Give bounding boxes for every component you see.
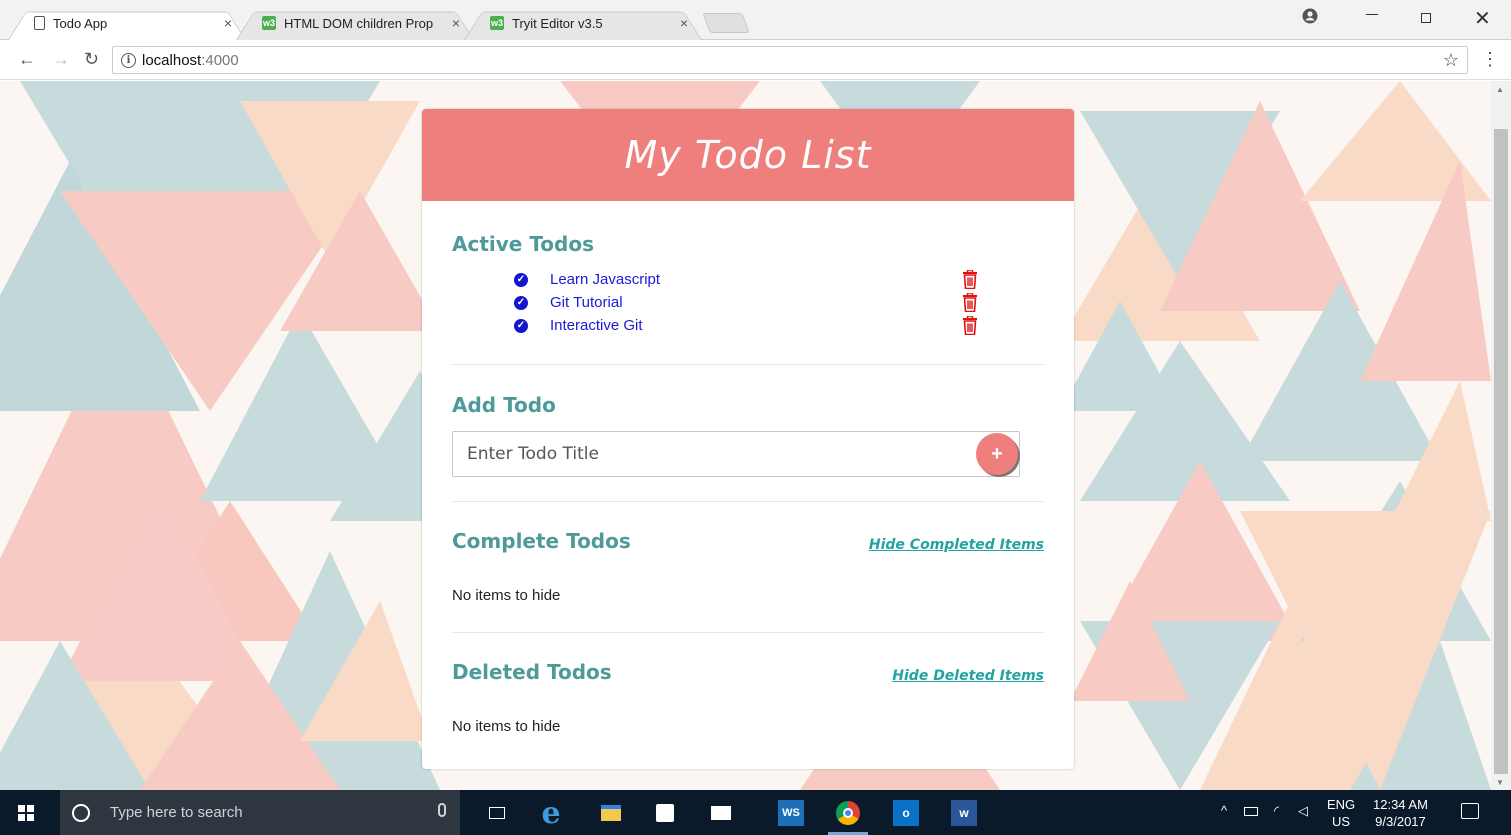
windows-start-icon[interactable] [18,805,34,821]
clock-time: 12:34 AM [1373,797,1428,812]
bookmark-star-icon[interactable]: ☆ [1443,50,1459,71]
outlook-icon[interactable]: o [893,800,919,826]
page-viewport: My Todo List Active Todos ✓ Learn Javasc… [0,81,1491,790]
chrome-icon[interactable] [835,800,861,826]
tab-close-icon[interactable]: × [224,15,232,31]
language-indicator[interactable]: ENG US [1327,796,1355,830]
clock-date: 9/3/2017 [1375,814,1426,829]
tab-todo-app[interactable]: Todo App × [8,6,246,40]
check-circle-icon[interactable]: ✓ [514,318,528,333]
tab-title: Tryit Editor v3.5 [512,15,603,31]
add-todo-button[interactable]: + [976,433,1018,475]
check-circle-icon[interactable]: ✓ [514,295,528,310]
forward-icon[interactable]: → [52,49,70,70]
store-icon[interactable] [652,800,678,826]
add-todo-section: Add Todo + [452,393,1044,477]
add-todo-heading: Add Todo [452,393,556,417]
microphone-icon[interactable] [438,803,446,817]
cortana-icon [72,803,90,822]
add-todo-row: + [452,431,1044,477]
task-view-icon[interactable] [484,800,510,826]
battery-icon[interactable] [1244,807,1258,816]
taskbar-search[interactable]: Type here to search [60,790,460,835]
search-placeholder: Type here to search [110,804,243,821]
deleted-todos-heading: Deleted Todos [452,660,612,684]
hide-deleted-link[interactable]: Hide Deleted Items [892,668,1044,684]
back-icon[interactable]: ← [18,49,36,70]
info-icon[interactable]: i [121,52,136,68]
todo-item: ✓ Learn Javascript [452,268,1044,291]
trash-icon[interactable] [962,293,978,312]
show-hidden-icons-icon[interactable]: ^ [1221,803,1227,818]
section-header: Complete Todos Hide Completed Items [452,529,1044,553]
empty-state-text: No items to hide [452,718,561,735]
active-todos-heading: Active Todos [452,232,595,256]
scroll-up-icon[interactable]: ▲ [1496,85,1504,94]
check-circle-icon[interactable]: ✓ [514,272,528,287]
browser-menu-icon[interactable]: ⋮ [1481,49,1499,70]
webstorm-icon[interactable]: WS [778,800,804,826]
trash-icon[interactable] [962,270,978,289]
mail-icon[interactable] [708,800,734,826]
w3schools-icon: w3 [490,16,504,30]
todo-item-text[interactable]: Learn Javascript [550,271,660,288]
scroll-down-icon[interactable]: ▼ [1496,778,1504,787]
todo-item: ✓ Git Tutorial [452,291,1044,314]
browser-toolbar: ← → ↻ i localhost:4000 ☆ ⋮ [0,40,1511,80]
lang-primary: ENG [1327,797,1356,812]
url-port: :4000 [201,51,239,69]
w3schools-icon: w3 [262,16,276,30]
new-tab-button[interactable] [702,13,750,33]
url-host: localhost [142,51,202,69]
tab-close-icon[interactable]: × [680,15,688,31]
page-icon [34,16,45,30]
card-header: My Todo List [422,109,1074,201]
tab-title: HTML DOM children Prop [284,15,434,31]
address-bar[interactable]: i localhost:4000 ☆ [112,46,1468,74]
tab-title: Todo App [53,15,108,31]
browser-tab-strip: Todo App × w3 HTML DOM children Prop × w… [0,0,1511,40]
active-todos-section: Active Todos ✓ Learn Javascript ✓ Git Tu… [452,232,1044,337]
hide-completed-link[interactable]: Hide Completed Items [869,537,1044,553]
action-center-icon[interactable] [1461,803,1479,819]
close-window-icon[interactable]: ✕ [1474,6,1491,31]
trash-icon[interactable] [962,316,978,335]
scrollbar-thumb[interactable] [1494,129,1508,774]
lang-secondary: US [1332,814,1351,829]
app-title: My Todo List [624,133,872,177]
system-clock[interactable]: 12:34 AM 9/3/2017 [1373,796,1428,830]
volume-icon[interactable]: ◁ [1298,803,1308,819]
divider [452,632,1044,633]
todo-item: ✓ Interactive Git [452,314,1044,337]
todo-item-text[interactable]: Interactive Git [550,317,643,334]
tab-html-dom-children[interactable]: w3 HTML DOM children Prop × [236,6,474,40]
restore-icon[interactable] [1421,13,1431,23]
tab-close-icon[interactable]: × [452,15,460,31]
active-todo-list: ✓ Learn Javascript ✓ Git Tutorial ✓ Inte… [452,268,1044,337]
windows-taskbar: Type here to search e WS o w ^ ◜ ◁ ENG U… [0,790,1511,835]
word-icon[interactable]: w [951,800,977,826]
file-explorer-icon[interactable] [598,800,624,826]
wifi-icon[interactable]: ◜ [1274,803,1279,819]
deleted-todos-section: Deleted Todos Hide Deleted Items No item… [452,660,1044,735]
todo-title-input[interactable] [452,431,1020,477]
todo-card: My Todo List Active Todos ✓ Learn Javasc… [422,109,1074,769]
complete-todos-section: Complete Todos Hide Completed Items No i… [452,529,1044,604]
edge-icon[interactable]: e [538,796,564,831]
complete-todos-heading: Complete Todos [452,529,631,553]
minimize-icon[interactable] [1366,14,1378,15]
divider [452,364,1044,365]
profile-icon[interactable] [1302,8,1318,29]
empty-state-text: No items to hide [452,587,561,604]
page-scrollbar[interactable]: ▲ ▼ [1491,81,1511,790]
todo-item-text[interactable]: Git Tutorial [550,294,623,311]
tab-tryit-editor[interactable]: w3 Tryit Editor v3.5 × [464,6,702,40]
section-header: Deleted Todos Hide Deleted Items [452,660,1044,684]
divider [452,501,1044,502]
reload-icon[interactable]: ↻ [84,49,99,70]
